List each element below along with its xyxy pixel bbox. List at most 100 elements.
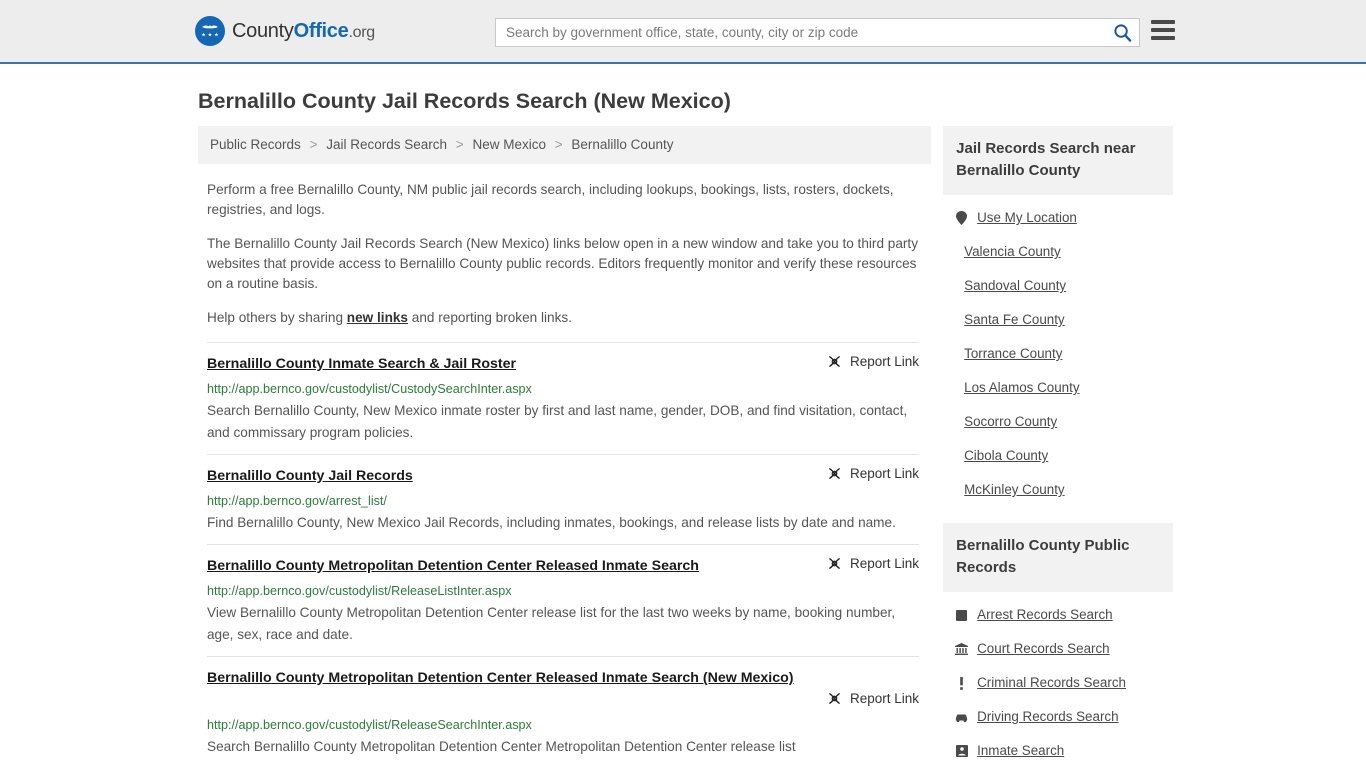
sidebar-item-socorro-county[interactable]: Socorro County [943, 405, 1173, 439]
id-card-icon [955, 745, 968, 757]
site-header: CountyOffice.org [0, 0, 1366, 64]
sidebar-link-label[interactable]: Driving Records Search [977, 709, 1118, 725]
sidebar-link-label[interactable]: Valencia County [964, 244, 1061, 260]
sidebar-item-valencia-county[interactable]: Valencia County [943, 235, 1173, 269]
breadcrumb-separator: > [554, 137, 563, 152]
sidebar-item-criminal-records-search[interactable]: Criminal Records Search [943, 666, 1173, 700]
search-button[interactable] [1105, 19, 1139, 46]
sidebar-link-label[interactable]: Socorro County [964, 414, 1057, 430]
logo-text-county: County [232, 19, 294, 42]
result-title-link[interactable]: Bernalillo County Metropolitan Detention… [207, 670, 794, 686]
sidebar-link-label[interactable]: Sandoval County [964, 278, 1066, 294]
breadcrumb-separator: > [309, 137, 318, 152]
intro-paragraph-2: The Bernalillo County Jail Records Searc… [207, 236, 918, 291]
sidebar-item-sandoval-county[interactable]: Sandoval County [943, 269, 1173, 303]
sidebar-item-cibola-county[interactable]: Cibola County [943, 439, 1173, 473]
broken-link-icon [829, 693, 840, 704]
search-input[interactable] [496, 19, 1105, 46]
sidebar-item-mckinley-county[interactable]: McKinley County [943, 473, 1173, 507]
new-links-link[interactable]: new links [347, 310, 408, 325]
breadcrumb-item-jail-records-search[interactable]: Jail Records Search [326, 137, 447, 152]
page-body: Bernalillo County Jail Records Search (N… [0, 88, 1366, 768]
sidebar-item-torrance-county[interactable]: Torrance County [943, 337, 1173, 371]
sidebar-item-driving-records-search[interactable]: Driving Records Search [943, 700, 1173, 734]
sidebar-link-label[interactable]: Cibola County [964, 448, 1048, 464]
sidebar-link-label[interactable]: Court Records Search [977, 641, 1109, 657]
sidebar-public-records-heading: Bernalillo County Public Records [943, 523, 1173, 592]
report-link-button[interactable]: Report Link [827, 466, 919, 481]
car-icon [955, 712, 968, 723]
breadcrumb: Public Records > Jail Records Search > N… [198, 126, 932, 164]
site-logo[interactable]: CountyOffice.org [195, 16, 375, 46]
result-title-link[interactable]: Bernalillo County Jail Records [207, 468, 413, 484]
search-bar[interactable] [495, 18, 1140, 47]
search-icon [1113, 24, 1131, 42]
square-icon [955, 609, 968, 621]
report-link-label: Report Link [849, 691, 919, 706]
result-url: http://app.bernco.gov/arrest_list/ [207, 494, 387, 508]
logo-text-office: Office [293, 19, 349, 42]
courthouse-icon [955, 643, 969, 655]
report-link-button[interactable]: Report Link [827, 354, 919, 369]
result-url: http://app.bernco.gov/custodylist/Releas… [207, 584, 512, 598]
sidebar-item-court-records-search[interactable]: Court Records Search [943, 632, 1173, 666]
hamburger-menu-icon[interactable] [1151, 20, 1175, 40]
sidebar-nearby-list: Use My Location Valencia County Sandoval… [943, 195, 1173, 507]
sidebar-nearby-heading: Jail Records Search near Bernalillo Coun… [943, 126, 1173, 195]
sidebar-item-use-my-location[interactable]: Use My Location [943, 201, 1173, 235]
broken-link-icon [829, 558, 840, 569]
report-link-button[interactable]: Report Link [827, 691, 919, 706]
sidebar: Jail Records Search near Bernalillo Coun… [943, 126, 1173, 768]
report-link-label: Report Link [849, 556, 919, 571]
result-url: http://app.bernco.gov/custodylist/Custod… [207, 382, 532, 396]
map-pin-icon [955, 211, 968, 225]
result-title-link[interactable]: Bernalillo County Metropolitan Detention… [207, 558, 699, 574]
result-url: http://app.bernco.gov/custodylist/Releas… [207, 718, 532, 732]
results-list: Bernalillo County Inmate Search & Jail R… [207, 342, 931, 768]
eagle-shield-icon [195, 16, 225, 46]
result-item: Bernalillo County Jail Records Report Li… [207, 454, 919, 544]
hamburger-bar [1151, 36, 1175, 40]
main-column: Public Records > Jail Records Search > N… [198, 126, 932, 768]
sidebar-link-label[interactable]: Torrance County [964, 346, 1062, 362]
result-title-link[interactable]: Bernalillo County Inmate Search & Jail R… [207, 356, 516, 372]
intro-paragraph-1: Perform a free Bernalillo County, NM pub… [207, 182, 894, 217]
sidebar-link-label[interactable]: McKinley County [964, 482, 1064, 498]
hamburger-bar [1151, 28, 1175, 32]
sidebar-link-label[interactable]: Los Alamos County [964, 380, 1079, 396]
sidebar-link-label[interactable]: Inmate Search [977, 743, 1064, 759]
report-link-label: Report Link [849, 466, 919, 481]
sidebar-item-inmate-search[interactable]: Inmate Search [943, 734, 1173, 768]
report-link-button[interactable]: Report Link [827, 556, 919, 571]
result-item: Bernalillo County Inmate Search & Jail R… [207, 342, 919, 454]
sidebar-public-records-box: Bernalillo County Public Records Arrest … [943, 523, 1173, 768]
sidebar-item-los-alamos-county[interactable]: Los Alamos County [943, 371, 1173, 405]
breadcrumb-item-new-mexico[interactable]: New Mexico [472, 137, 546, 152]
exclamation-icon [955, 676, 968, 690]
logo-wordmark: CountyOffice.org [232, 20, 375, 43]
intro-p3-after: and reporting broken links. [408, 310, 572, 325]
broken-link-icon [829, 356, 840, 367]
sidebar-link-label[interactable]: Santa Fe County [964, 312, 1065, 328]
sidebar-item-arrest-records-search[interactable]: Arrest Records Search [943, 598, 1173, 632]
breadcrumb-item-public-records[interactable]: Public Records [210, 137, 301, 152]
sidebar-item-santa-fe-county[interactable]: Santa Fe County [943, 303, 1173, 337]
content-container: Bernalillo County Jail Records Search (N… [193, 88, 1173, 768]
result-description: View Bernalillo County Metropolitan Dete… [207, 605, 896, 642]
page-title: Bernalillo County Jail Records Search (N… [198, 89, 731, 113]
intro-paragraph-3: Help others by sharing new links and rep… [207, 308, 919, 328]
intro-p3-before: Help others by sharing [207, 310, 347, 325]
breadcrumb-separator: > [455, 137, 464, 152]
broken-link-icon [829, 468, 840, 479]
result-description: Search Bernalillo County, New Mexico inm… [207, 403, 908, 440]
breadcrumb-item-bernalillo-county[interactable]: Bernalillo County [571, 137, 673, 152]
logo-text-org: .org [348, 23, 375, 41]
sidebar-link-label[interactable]: Use My Location [977, 210, 1077, 226]
hamburger-bar [1151, 20, 1175, 24]
result-item: Bernalillo County Metropolitan Detention… [207, 544, 919, 656]
sidebar-link-label[interactable]: Arrest Records Search [977, 607, 1112, 623]
sidebar-nearby-box: Jail Records Search near Bernalillo Coun… [943, 126, 1173, 507]
result-item: Bernalillo County Metropolitan Detention… [207, 656, 919, 768]
sidebar-link-label[interactable]: Criminal Records Search [977, 675, 1126, 691]
report-link-label: Report Link [849, 354, 919, 369]
